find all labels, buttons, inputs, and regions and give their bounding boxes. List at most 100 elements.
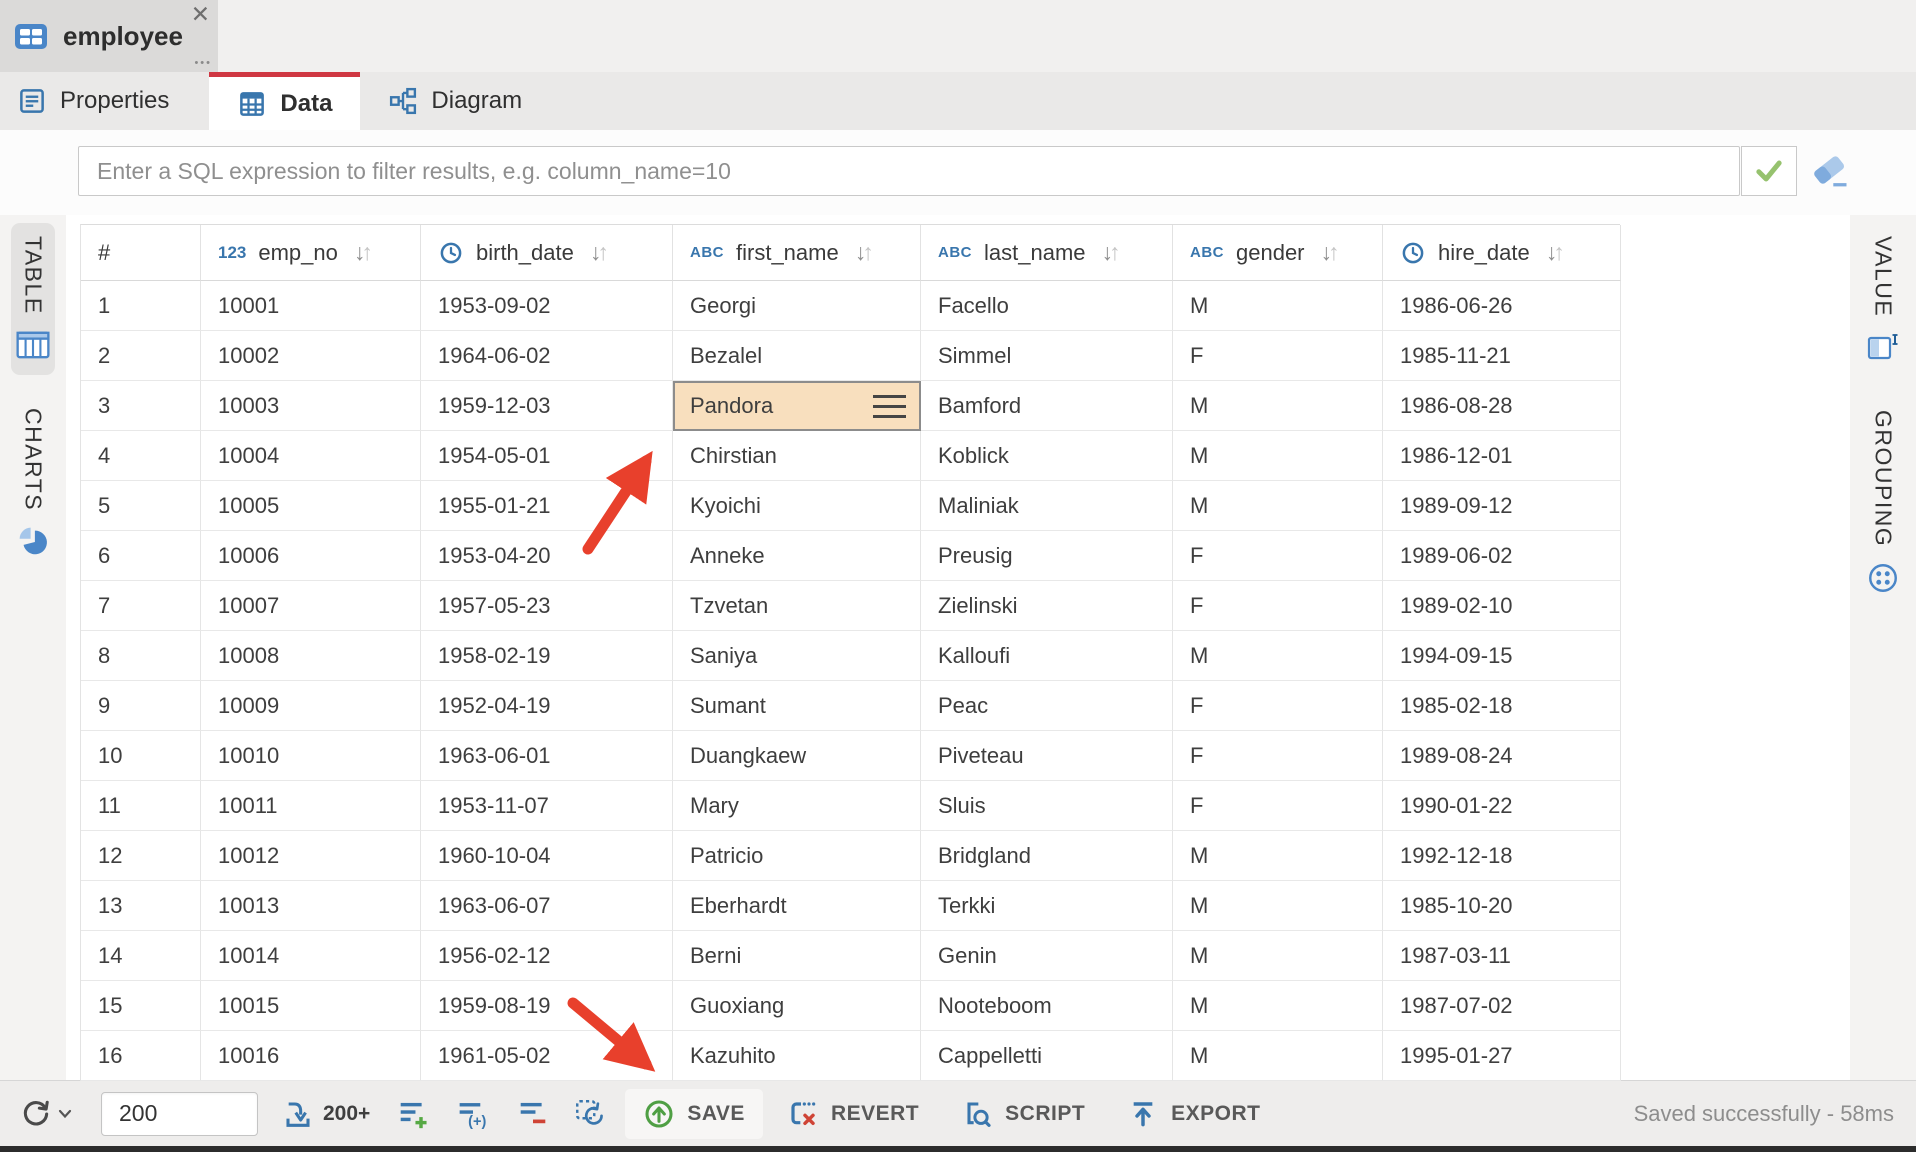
row-number-cell[interactable]: 4 [81,431,201,481]
grid-cell-first_name[interactable]: Patricio [673,831,921,881]
grid-cell-birth_date[interactable]: 1963-06-01 [421,731,673,781]
grid-cell-gender[interactable]: M [1173,381,1383,431]
grid-cell-last_name[interactable]: Facello [921,281,1173,331]
grid-cell-emp_no[interactable]: 10011 [201,781,421,831]
grid-cell-last_name[interactable]: Piveteau [921,731,1173,781]
grid-cell-birth_date[interactable]: 1953-04-20 [421,531,673,581]
sort-icon[interactable]: ↓↑ [1102,239,1121,266]
refresh-icon[interactable] [20,1098,52,1130]
row-number-cell[interactable]: 13 [81,881,201,931]
grid-cell-gender[interactable]: M [1173,481,1383,531]
column-header-birth_date[interactable]: birth_date↓↑ [421,225,673,281]
row-number-cell[interactable]: 15 [81,981,201,1031]
panel-tab-charts[interactable]: CHARTS [12,395,54,573]
grid-cell-emp_no[interactable]: 10014 [201,931,421,981]
row-number-cell[interactable]: 5 [81,481,201,531]
grid-cell-hire_date[interactable]: 1985-11-21 [1383,331,1621,381]
grid-cell-emp_no[interactable]: 10012 [201,831,421,881]
clear-filter-button[interactable] [1806,148,1854,194]
export-button[interactable]: EXPORT [1109,1089,1278,1139]
grid-cell-first_name[interactable]: Georgi [673,281,921,331]
apply-filter-button[interactable] [1741,146,1797,196]
grid-cell-emp_no[interactable]: 10002 [201,331,421,381]
grid-cell-emp_no[interactable]: 10008 [201,631,421,681]
row-number-cell[interactable]: 1 [81,281,201,331]
sort-icon[interactable]: ↓↑ [855,239,874,266]
column-header-first_name[interactable]: ABCfirst_name↓↑ [673,225,921,281]
revert-button[interactable]: REVERT [769,1089,937,1139]
grid-cell-first_name[interactable]: Berni [673,931,921,981]
grid-cell-last_name[interactable]: Simmel [921,331,1173,381]
grid-cell-hire_date[interactable]: 1989-08-24 [1383,731,1621,781]
grid-cell-birth_date[interactable]: 1953-11-07 [421,781,673,831]
grid-cell-first_name[interactable]: Duangkaew [673,731,921,781]
duplicate-row-button[interactable]: (+) [456,1098,490,1130]
grid-cell-birth_date[interactable]: 1953-09-02 [421,281,673,331]
tab-properties[interactable]: Properties [0,72,209,130]
grid-cell-first_name[interactable]: Saniya [673,631,921,681]
grid-cell-hire_date[interactable]: 1987-07-02 [1383,981,1621,1031]
sort-icon[interactable]: ↓↑ [1546,239,1565,266]
sort-icon[interactable]: ↓↑ [1321,239,1340,266]
grid-cell-emp_no[interactable]: 10010 [201,731,421,781]
grid-cell-birth_date[interactable]: 1960-10-04 [421,831,673,881]
refresh-dropdown-chevron-icon[interactable] [57,1108,73,1120]
tab-more-icon[interactable]: ••• [194,57,212,69]
grid-cell-emp_no[interactable]: 10003 [201,381,421,431]
grid-cell-gender[interactable]: F [1173,531,1383,581]
grid-cell-first_name[interactable]: Guoxiang [673,981,921,1031]
column-header-last_name[interactable]: ABClast_name↓↑ [921,225,1173,281]
sort-icon[interactable]: ↓↑ [354,239,373,266]
grid-cell-gender[interactable]: M [1173,981,1383,1031]
sql-filter-input[interactable] [78,146,1740,196]
selected-cell-first_name[interactable]: Pandora [673,381,921,431]
grid-cell-first_name[interactable]: Chirstian [673,431,921,481]
panel-tab-grouping[interactable]: GROUPING [1862,397,1904,609]
grid-cell-emp_no[interactable]: 10016 [201,1031,421,1081]
cell-menu-icon[interactable] [873,395,906,418]
fetch-more-button[interactable]: 200+ [282,1098,370,1130]
grid-cell-hire_date[interactable]: 1986-12-01 [1383,431,1621,481]
fetch-size-input[interactable] [101,1092,258,1136]
grid-cell-last_name[interactable]: Sluis [921,781,1173,831]
grid-cell-birth_date[interactable]: 1964-06-02 [421,331,673,381]
sort-icon[interactable]: ↓↑ [590,239,609,266]
grid-cell-gender[interactable]: F [1173,781,1383,831]
grid-cell-last_name[interactable]: Nooteboom [921,981,1173,1031]
grid-cell-last_name[interactable]: Genin [921,931,1173,981]
grid-cell-first_name[interactable]: Eberhardt [673,881,921,931]
grid-cell-last_name[interactable]: Maliniak [921,481,1173,531]
delete-row-button[interactable] [517,1098,549,1130]
grid-cell-first_name[interactable]: Mary [673,781,921,831]
grid-cell-first_name[interactable]: Bezalel [673,331,921,381]
grid-cell-birth_date[interactable]: 1955-01-21 [421,481,673,531]
grid-cell-last_name[interactable]: Preusig [921,531,1173,581]
grid-cell-first_name[interactable]: Kyoichi [673,481,921,531]
grid-cell-first_name[interactable]: Kazuhito [673,1031,921,1081]
grid-cell-hire_date[interactable]: 1990-01-22 [1383,781,1621,831]
grid-cell-emp_no[interactable]: 10005 [201,481,421,531]
grid-cell-emp_no[interactable]: 10009 [201,681,421,731]
grid-cell-last_name[interactable]: Kalloufi [921,631,1173,681]
row-number-cell[interactable]: 8 [81,631,201,681]
grid-cell-hire_date[interactable]: 1987-03-11 [1383,931,1621,981]
grid-cell-birth_date[interactable]: 1958-02-19 [421,631,673,681]
grid-cell-last_name[interactable]: Bamford [921,381,1173,431]
grid-cell-gender[interactable]: M [1173,831,1383,881]
grid-cell-gender[interactable]: F [1173,681,1383,731]
grid-cell-birth_date[interactable]: 1963-06-07 [421,881,673,931]
grid-cell-hire_date[interactable]: 1989-09-12 [1383,481,1621,531]
tab-employee[interactable]: employee ✕ ••• [0,0,218,72]
grid-cell-gender[interactable]: M [1173,281,1383,331]
grid-cell-first_name[interactable]: Anneke [673,531,921,581]
script-button[interactable]: SCRIPT [943,1089,1103,1139]
grid-cell-first_name[interactable]: Sumant [673,681,921,731]
grid-cell-birth_date[interactable]: 1961-05-02 [421,1031,673,1081]
grid-cell-emp_no[interactable]: 10015 [201,981,421,1031]
row-number-cell[interactable]: 10 [81,731,201,781]
grid-cell-last_name[interactable]: Koblick [921,431,1173,481]
grid-cell-hire_date[interactable]: 1989-06-02 [1383,531,1621,581]
grid-cell-last_name[interactable]: Bridgland [921,831,1173,881]
grid-cell-hire_date[interactable]: 1986-06-26 [1383,281,1621,331]
grid-cell-birth_date[interactable]: 1952-04-19 [421,681,673,731]
